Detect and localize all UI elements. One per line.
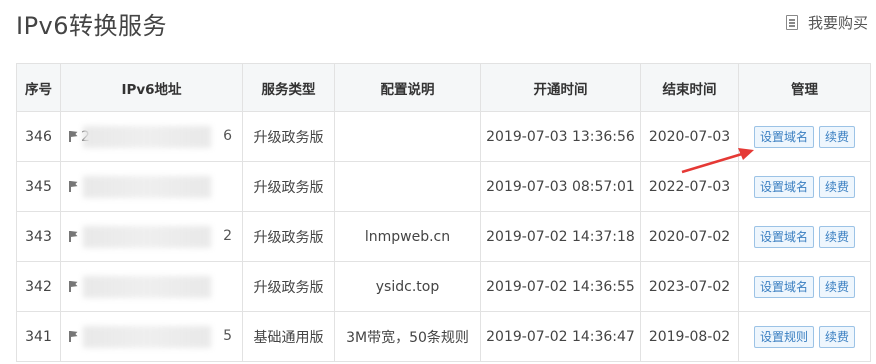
cell-manage: 设置域名 续费	[738, 161, 871, 212]
renew-button[interactable]: 续费	[819, 175, 856, 198]
cell-id: 345	[16, 161, 61, 212]
column-header-type: 服务类型	[242, 63, 335, 112]
cell-ipv6: 2 6	[60, 111, 243, 162]
set-domain-button[interactable]: 设置域名	[753, 125, 814, 148]
cell-start: 2019-07-02 14:37:18	[480, 211, 641, 262]
flag-icon	[69, 181, 79, 192]
flag-icon	[69, 331, 79, 342]
cell-config: ysidc.top	[334, 261, 481, 312]
column-header-end: 结束时间	[640, 63, 739, 112]
cell-start: 2019-07-03 08:57:01	[480, 161, 641, 212]
cell-end: 2023-07-02	[640, 261, 739, 312]
cell-start: 2019-07-03 13:36:56	[480, 111, 641, 162]
renew-button[interactable]: 续费	[819, 225, 856, 248]
cell-id: 341	[16, 311, 61, 362]
cell-start: 2019-07-02 14:36:55	[480, 261, 641, 312]
column-header-config: 配置说明	[334, 63, 481, 112]
column-header-id: 序号	[16, 63, 61, 112]
flag-icon	[69, 281, 79, 292]
cell-start: 2019-07-02 14:36:47	[480, 311, 641, 362]
column-header-start: 开通时间	[480, 63, 641, 112]
buy-label: 我要购买	[807, 14, 868, 32]
ip-tail: 6	[223, 128, 232, 144]
cell-id: 343	[16, 211, 61, 262]
table-row: 341 5 基础通用版 3M带宽，50条规则 2019-07-02 14:36:…	[16, 311, 871, 362]
table-header-row: 序号 IPv6地址 服务类型 配置说明 开通时间 结束时间 管理	[16, 63, 871, 112]
renew-button[interactable]: 续费	[819, 275, 856, 298]
column-header-ipv6: IPv6地址	[60, 63, 243, 112]
cell-type: 升级政务版	[242, 161, 335, 212]
redaction-mask	[83, 176, 211, 198]
renew-button[interactable]: 续费	[819, 125, 856, 148]
page-header: IPv6转换服务 我要购买	[0, 0, 876, 50]
cell-config: lnmpweb.cn	[334, 211, 481, 262]
service-table: 序号 IPv6地址 服务类型 配置说明 开通时间 结束时间 管理 346 2 6…	[16, 63, 871, 362]
cell-end: 2020-07-03	[640, 111, 739, 162]
redaction-mask	[83, 226, 211, 248]
cell-end: 2019-08-02	[640, 311, 739, 362]
cell-type: 升级政务版	[242, 111, 335, 162]
cell-id: 342	[16, 261, 61, 312]
ip-tail: 2	[223, 228, 232, 244]
redaction-mask	[83, 276, 211, 298]
cell-type: 升级政务版	[242, 211, 335, 262]
table-row: 343 2 升级政务版 lnmpweb.cn 2019-07-02 14:37:…	[16, 211, 871, 262]
cell-ipv6	[60, 261, 243, 312]
column-header-manage: 管理	[738, 63, 871, 112]
cell-end: 2020-07-02	[640, 211, 739, 262]
cell-id: 346	[16, 111, 61, 162]
set-domain-button[interactable]: 设置域名	[753, 175, 814, 198]
cell-type: 升级政务版	[242, 261, 335, 312]
document-icon	[785, 15, 798, 30]
cell-manage: 设置规则 续费	[738, 311, 871, 362]
cell-end: 2022-07-03	[640, 161, 739, 212]
cell-ipv6: 2	[60, 211, 243, 262]
renew-button[interactable]: 续费	[819, 325, 856, 348]
cell-config: 3M带宽，50条规则	[334, 311, 481, 362]
table-row: 346 2 6 升级政务版 2019-07-03 13:36:56 2020-0…	[16, 111, 871, 162]
set-domain-button[interactable]: 设置域名	[753, 275, 814, 298]
cell-ipv6: 5	[60, 311, 243, 362]
table-row: 345 升级政务版 2019-07-03 08:57:01 2022-07-03…	[16, 161, 871, 212]
page-title: IPv6转换服务	[16, 12, 168, 40]
flag-icon	[69, 131, 79, 142]
redaction-mask	[83, 126, 211, 148]
set-domain-button[interactable]: 设置域名	[753, 225, 814, 248]
cell-config	[334, 111, 481, 162]
cell-config	[334, 161, 481, 212]
cell-manage: 设置域名 续费	[738, 211, 871, 262]
ip-tail: 5	[223, 328, 232, 344]
cell-ipv6	[60, 161, 243, 212]
cell-manage: 设置域名 续费	[738, 111, 871, 162]
set-rules-button[interactable]: 设置规则	[753, 325, 814, 348]
cell-manage: 设置域名 续费	[738, 261, 871, 312]
cell-type: 基础通用版	[242, 311, 335, 362]
redaction-mask	[83, 326, 211, 348]
buy-link[interactable]: 我要购买	[785, 12, 868, 33]
flag-icon	[69, 231, 79, 242]
table-row: 342 升级政务版 ysidc.top 2019-07-02 14:36:55 …	[16, 261, 871, 312]
